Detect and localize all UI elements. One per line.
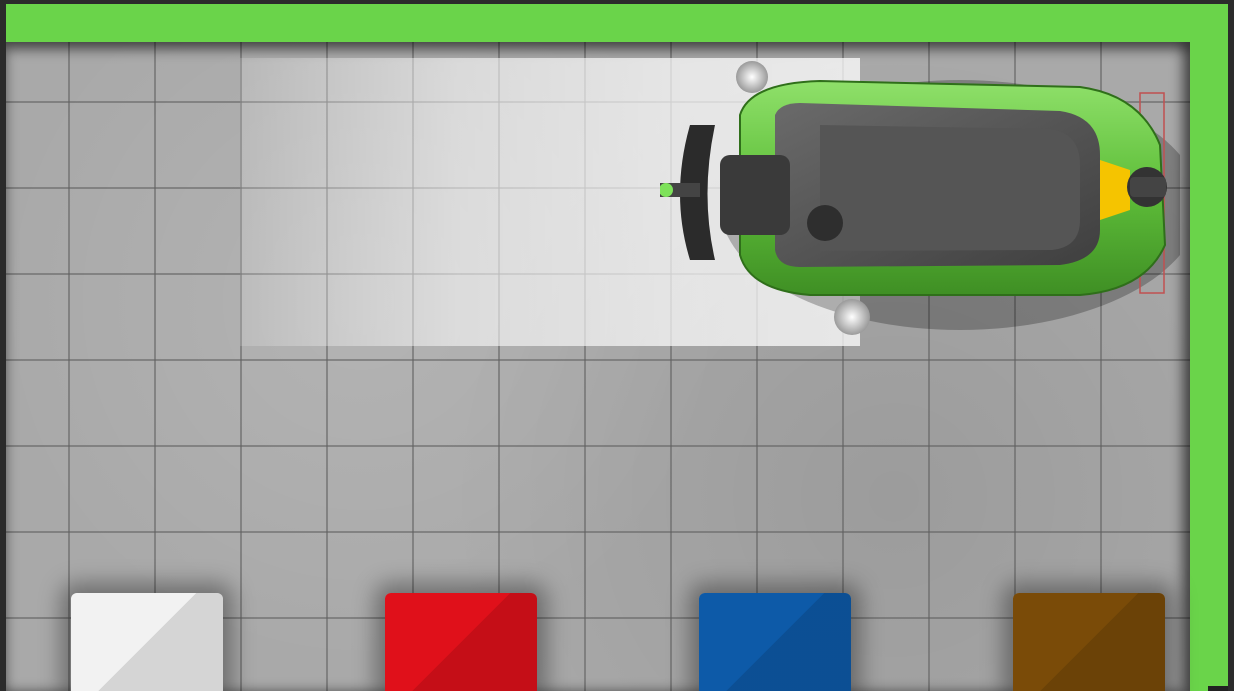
right-wall [1190,4,1228,691]
bin-sheen [71,593,223,691]
blue-bin[interactable] [699,593,851,691]
brown-bin[interactable] [1013,593,1165,691]
white-bin[interactable] [71,593,223,691]
corner-marker [1208,686,1228,691]
top-wall [6,4,1228,42]
rear-indicator-icon [1100,160,1130,220]
red-bin[interactable] [385,593,537,691]
bin-sheen [385,593,537,691]
wheel-bottom-icon [834,299,870,335]
game-scene [0,0,1234,691]
bin-sheen [699,593,851,691]
floor-scrubber-machine[interactable] [660,55,1180,345]
wheel-top-icon [736,61,768,93]
bin-sheen [1013,593,1165,691]
fill-cap-icon [807,205,843,241]
